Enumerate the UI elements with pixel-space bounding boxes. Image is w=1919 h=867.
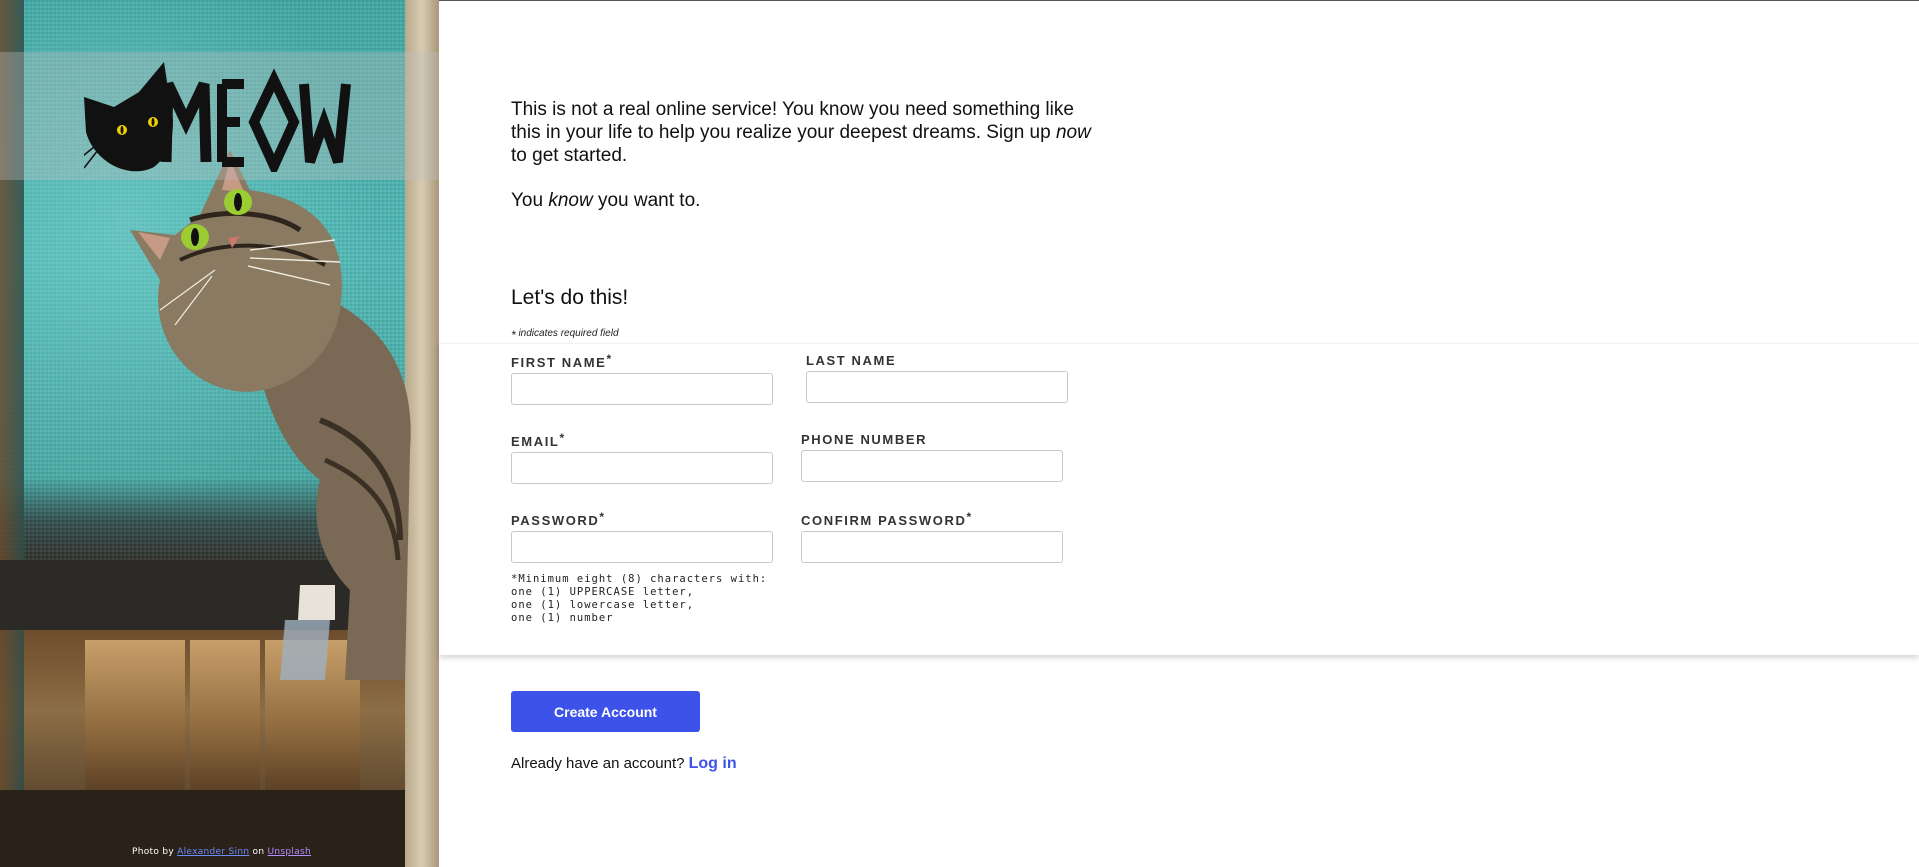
confirm-password-input[interactable] xyxy=(801,531,1063,563)
meow-logo xyxy=(84,62,351,172)
first-name-label: FIRST NAME* xyxy=(511,352,773,370)
cat-illustration xyxy=(130,150,411,680)
confirm-password-field: CONFIRM PASSWORD* xyxy=(801,510,1063,563)
label-text: FIRST NAME xyxy=(511,355,607,370)
hero-photo-panel: Photo by Alexander Sinn on Unsplash xyxy=(0,0,439,867)
form-heading: Let's do this! xyxy=(511,286,629,309)
password-label: PASSWORD* xyxy=(511,510,773,528)
intro-text-part: This is not a real online service! You k… xyxy=(511,99,1074,143)
required-asterisk: * xyxy=(599,510,606,524)
intro-paragraph: You know you want to. xyxy=(511,189,1091,212)
photo-credit-on: on xyxy=(252,847,265,857)
phone-label: PHONE NUMBER xyxy=(801,432,1063,447)
required-asterisk: * xyxy=(559,431,566,445)
password-requirement-line: one (1) lowercase letter, xyxy=(511,599,695,611)
intro-paragraph: This is not a real online service! You k… xyxy=(511,98,1091,167)
last-name-field: LAST NAME xyxy=(806,353,1068,403)
unsplash-link[interactable]: Unsplash xyxy=(268,847,312,857)
required-asterisk: * xyxy=(966,510,973,524)
required-asterisk: * xyxy=(606,352,613,366)
last-name-label: LAST NAME xyxy=(806,353,1068,368)
label-text: PHONE NUMBER xyxy=(801,432,928,447)
phone-field: PHONE NUMBER xyxy=(801,432,1063,482)
photo-author-link[interactable]: Alexander Sinn xyxy=(177,847,249,857)
confirm-password-label: CONFIRM PASSWORD* xyxy=(801,510,1063,528)
email-input[interactable] xyxy=(511,452,773,484)
label-text: PASSWORD xyxy=(511,513,600,528)
password-requirements: *Minimum eight (8) characters with: one … xyxy=(511,573,767,625)
required-note-text: indicates required field xyxy=(518,328,619,339)
intro-text-part: to get started. xyxy=(511,145,628,166)
photo-credit-prefix: Photo by xyxy=(132,847,174,857)
intro-text: This is not a real online service! You k… xyxy=(511,98,1091,234)
required-marker: * xyxy=(511,328,516,342)
label-text: EMAIL xyxy=(511,434,560,449)
create-account-button[interactable]: Create Account xyxy=(511,691,700,732)
intro-text-part: you want to. xyxy=(592,190,701,211)
first-name-field: FIRST NAME* xyxy=(511,352,773,405)
password-field: PASSWORD* xyxy=(511,510,773,563)
first-name-input[interactable] xyxy=(511,373,773,405)
label-text: CONFIRM PASSWORD xyxy=(801,513,967,528)
password-requirement-line: one (1) number xyxy=(511,612,614,624)
label-text: LAST NAME xyxy=(806,353,897,368)
photo-credit: Photo by Alexander Sinn on Unsplash xyxy=(132,847,311,857)
login-link[interactable]: Log in xyxy=(689,755,737,772)
phone-input[interactable] xyxy=(801,450,1063,482)
intro-text-part: You xyxy=(511,190,549,211)
intro-emphasis: now xyxy=(1055,122,1091,143)
login-prompt: Already have an account? Log in xyxy=(511,755,737,773)
required-field-note: * indicates required field xyxy=(511,328,619,342)
email-label: EMAIL* xyxy=(511,431,773,449)
intro-emphasis: know xyxy=(548,190,593,211)
email-field: EMAIL* xyxy=(511,431,773,484)
password-requirement-line: *Minimum eight (8) characters with: xyxy=(511,573,768,585)
last-name-input[interactable] xyxy=(806,371,1068,403)
login-prompt-text: Already have an account? xyxy=(511,755,685,772)
password-input[interactable] xyxy=(511,531,773,563)
password-requirement-line: one (1) UPPERCASE letter, xyxy=(511,586,695,598)
